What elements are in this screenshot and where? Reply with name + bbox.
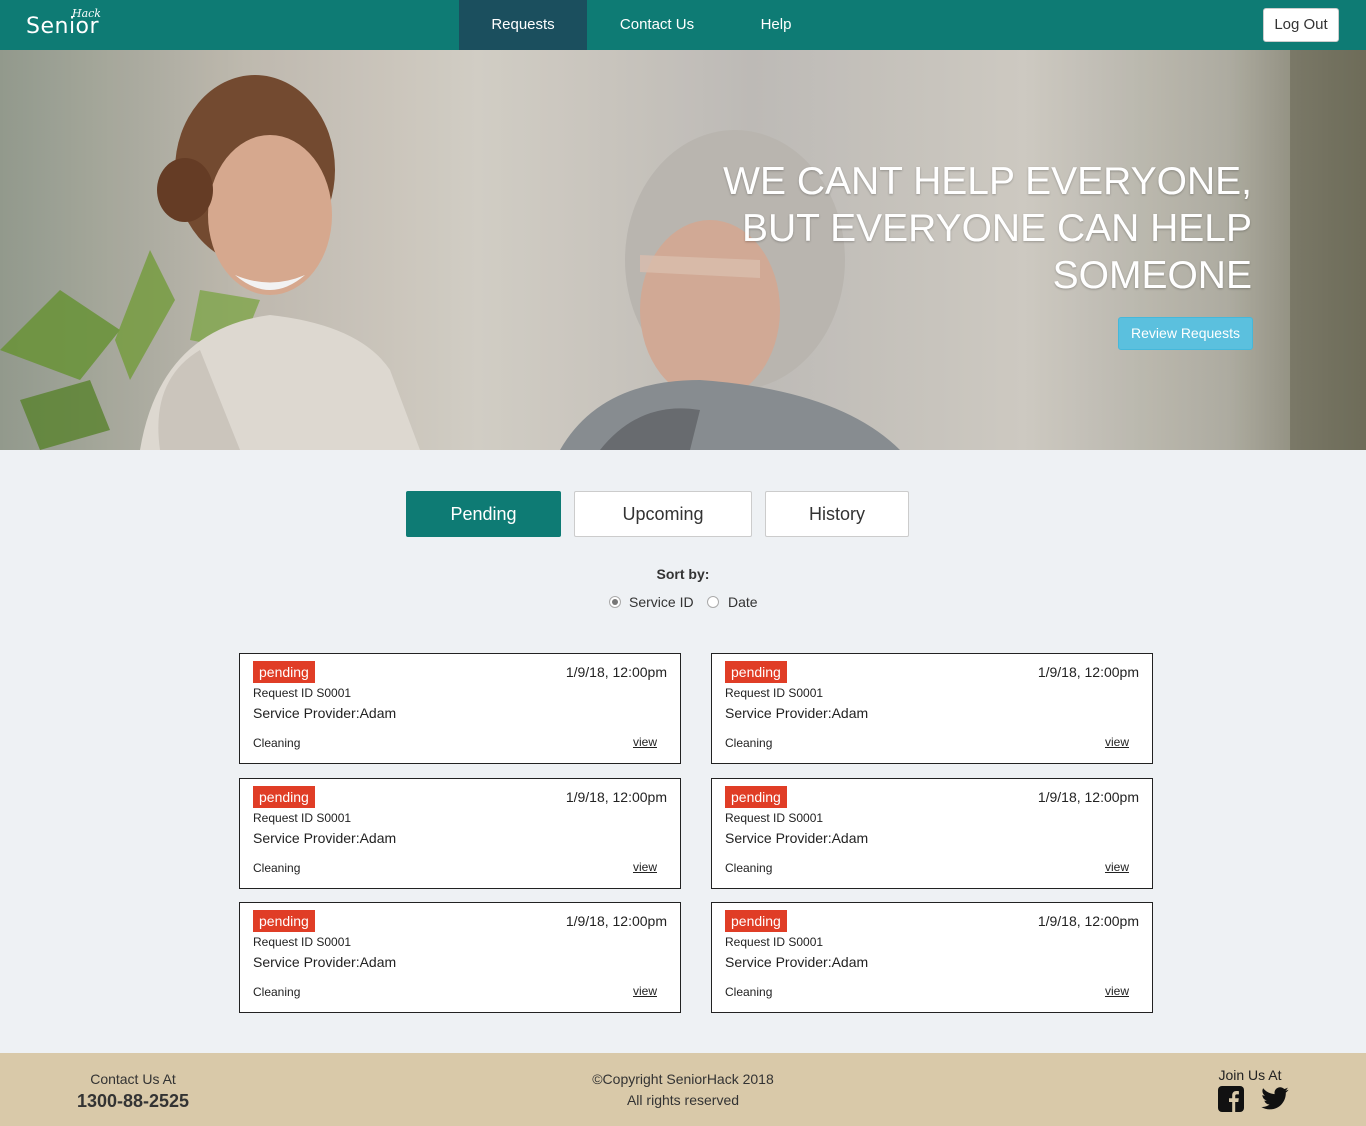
page-footer: Contact Us At 1300-88-2525 ©Copyright Se…: [0, 1053, 1366, 1126]
request-datetime: 1/9/18, 12:00pm: [1037, 789, 1139, 805]
sort-date-label[interactable]: Date: [728, 594, 758, 610]
request-datetime: 1/9/18, 12:00pm: [565, 664, 667, 680]
view-link[interactable]: view: [633, 984, 657, 998]
nav-requests[interactable]: Requests: [459, 0, 587, 50]
request-datetime: 1/9/18, 12:00pm: [565, 789, 667, 805]
status-badge: pending: [253, 786, 315, 808]
request-id: Request ID S0001: [725, 686, 824, 700]
sort-service-id-radio[interactable]: [609, 596, 621, 608]
service-provider: Service Provider:Adam: [725, 954, 869, 970]
service-provider: Service Provider:Adam: [725, 830, 869, 846]
sort-service-id-label[interactable]: Service ID: [629, 594, 694, 610]
request-card: pending 1/9/18, 12:00pm Request ID S0001…: [239, 778, 681, 889]
brand-superscript: Hack: [72, 7, 101, 20]
status-badge: pending: [725, 661, 787, 683]
status-badge: pending: [725, 910, 787, 932]
status-badge: pending: [253, 661, 315, 683]
view-link[interactable]: view: [1105, 984, 1129, 998]
nav-help[interactable]: Help: [746, 0, 806, 50]
hero-headline: WE CANT HELP EVERYONE, BUT EVERYONE CAN …: [632, 158, 1252, 299]
tab-upcoming[interactable]: Upcoming: [574, 491, 752, 537]
hero-headline-line-3: SOMEONE: [1052, 254, 1252, 297]
footer-phone: 1300-88-2525: [76, 1091, 190, 1111]
service-type: Cleaning: [253, 985, 301, 999]
service-type: Cleaning: [253, 736, 301, 750]
top-navbar: Senior Hack Requests Contact Us Help Log…: [0, 0, 1366, 50]
status-badge: pending: [253, 910, 315, 932]
view-link[interactable]: view: [633, 735, 657, 749]
request-id: Request ID S0001: [253, 811, 352, 825]
view-link[interactable]: view: [1105, 860, 1129, 874]
service-type: Cleaning: [725, 736, 773, 750]
footer-join-label: Join Us At: [1218, 1067, 1282, 1083]
service-provider: Service Provider:Adam: [253, 954, 397, 970]
tab-history[interactable]: History: [765, 491, 909, 537]
hero-headline-line-2: BUT EVERYONE CAN HELP: [741, 207, 1252, 250]
footer-rights: All rights reserved: [626, 1092, 740, 1108]
request-id: Request ID S0001: [253, 686, 352, 700]
request-id: Request ID S0001: [725, 935, 824, 949]
request-id: Request ID S0001: [725, 811, 824, 825]
logout-button[interactable]: Log Out: [1263, 8, 1339, 42]
request-datetime: 1/9/18, 12:00pm: [1037, 664, 1139, 680]
nav-contact-us[interactable]: Contact Us: [604, 0, 710, 50]
sort-label: Sort by:: [656, 566, 710, 582]
twitter-icon[interactable]: [1261, 1087, 1289, 1111]
service-provider: Service Provider:Adam: [725, 705, 869, 721]
facebook-icon[interactable]: [1218, 1086, 1244, 1112]
footer-copyright: ©Copyright SeniorHack 2018: [592, 1071, 774, 1087]
service-type: Cleaning: [725, 861, 773, 875]
request-card: pending 1/9/18, 12:00pm Request ID S0001…: [711, 902, 1153, 1013]
request-datetime: 1/9/18, 12:00pm: [565, 913, 667, 929]
status-badge: pending: [725, 786, 787, 808]
review-requests-button[interactable]: Review Requests: [1118, 317, 1253, 350]
hero-headline-line-1: WE CANT HELP EVERYONE,: [723, 160, 1252, 203]
request-card: pending 1/9/18, 12:00pm Request ID S0001…: [711, 778, 1153, 889]
footer-contact-label: Contact Us At: [90, 1071, 176, 1087]
request-card: pending 1/9/18, 12:00pm Request ID S0001…: [711, 653, 1153, 764]
request-card: pending 1/9/18, 12:00pm Request ID S0001…: [239, 902, 681, 1013]
request-card: pending 1/9/18, 12:00pm Request ID S0001…: [239, 653, 681, 764]
service-type: Cleaning: [253, 861, 301, 875]
view-link[interactable]: view: [633, 860, 657, 874]
request-datetime: 1/9/18, 12:00pm: [1037, 913, 1139, 929]
view-link[interactable]: view: [1105, 735, 1129, 749]
request-id: Request ID S0001: [253, 935, 352, 949]
sort-date-radio[interactable]: [707, 596, 719, 608]
service-provider: Service Provider:Adam: [253, 705, 397, 721]
service-provider: Service Provider:Adam: [253, 830, 397, 846]
hero-banner: WE CANT HELP EVERYONE, BUT EVERYONE CAN …: [0, 50, 1366, 450]
brand-logo[interactable]: Senior Hack: [26, 7, 106, 42]
service-type: Cleaning: [725, 985, 773, 999]
tab-pending[interactable]: Pending: [406, 491, 561, 537]
